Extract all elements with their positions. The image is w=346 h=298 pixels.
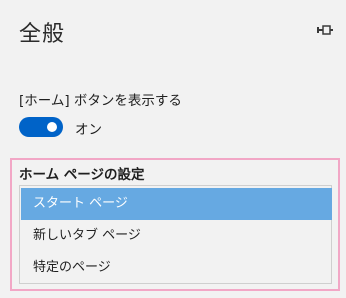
home-button-setting-label: [ホーム] ボタンを表示する: [19, 93, 182, 109]
divider: [0, 63, 346, 64]
homepage-options-list[interactable]: スタート ページ 新しいタブ ページ 特定のページ: [19, 185, 332, 284]
option-start-page[interactable]: スタート ページ: [21, 188, 332, 220]
option-new-tab-page[interactable]: 新しいタブ ページ: [21, 220, 332, 252]
pin-icon[interactable]: [314, 22, 334, 38]
home-button-toggle[interactable]: [19, 117, 63, 137]
option-specific-page[interactable]: 特定のページ: [21, 252, 332, 284]
toggle-state-label: オン: [75, 122, 102, 138]
settings-panel: 全般 [ホーム] ボタンを表示する オン ホーム ページの設定 スタート ページ…: [0, 0, 346, 298]
panel-title: 全般: [19, 22, 66, 47]
homepage-setting-title: ホーム ページの設定: [19, 167, 145, 183]
toggle-knob: [47, 122, 57, 132]
